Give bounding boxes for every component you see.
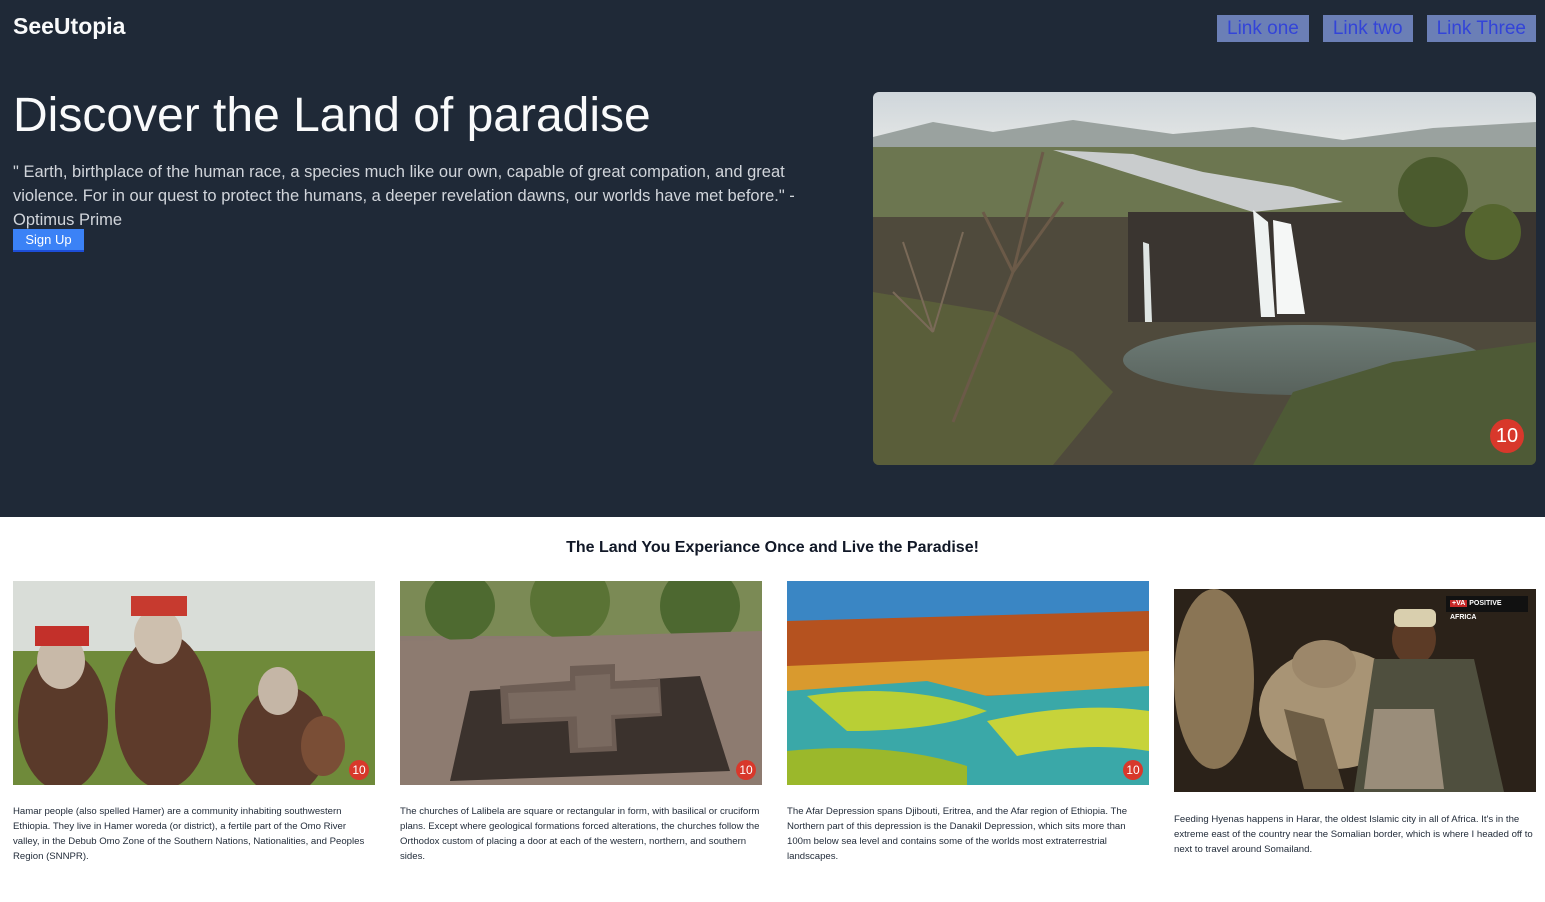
nav-link-two[interactable]: Link two <box>1322 15 1413 42</box>
hero-image-badge: 10 <box>1490 419 1524 453</box>
card-description: The churches of Lalibela are square or r… <box>400 806 760 862</box>
positive-africa-logo: +VA POSITIVE AFRICA <box>1450 600 1502 621</box>
harar-hyena-image: +VA POSITIVE AFRICA <box>1174 589 1536 792</box>
brand-logo[interactable]: SeeUtopia <box>13 13 125 40</box>
card-afar: 10 The Afar Depression spans Djibouti, E… <box>787 581 1149 864</box>
section-title: The Land You Experiance Once and Live th… <box>566 539 979 556</box>
nav-link-three[interactable]: Link Three <box>1426 15 1536 42</box>
hero-title: Discover the Land of paradise <box>13 89 651 142</box>
afar-depression-image: 10 <box>787 581 1149 785</box>
card-image-badge: 10 <box>349 760 369 780</box>
card-image-badge: 10 <box>1123 760 1143 780</box>
lalibela-church-image: 10 <box>400 581 762 785</box>
card-harar: +VA POSITIVE AFRICA Feeding Hyenas happe… <box>1174 589 1536 857</box>
card-image-badge: 10 <box>736 760 756 780</box>
hamar-people-image: 10 <box>13 581 375 785</box>
card-description: Hamar people (also spelled Hamer) are a … <box>13 806 365 862</box>
card-hamar: 10 Hamar people (also spelled Hamer) are… <box>13 581 375 864</box>
top-nav: Link one Link two Link Three <box>1217 15 1536 42</box>
card-description: The Afar Depression spans Djibouti, Erit… <box>787 806 1128 862</box>
hero-waterfall-image: 10 <box>873 92 1536 465</box>
hero-quote: " Earth, birthplace of the human race, a… <box>13 163 795 229</box>
hero-section: SeeUtopia Link one Link two Link Three D… <box>0 0 1545 517</box>
sign-up-button[interactable]: Sign Up <box>13 229 84 252</box>
card-description: Feeding Hyenas happens in Harar, the old… <box>1174 814 1533 855</box>
nav-link-one[interactable]: Link one <box>1217 15 1309 42</box>
card-lalibela: 10 The churches of Lalibela are square o… <box>400 581 762 864</box>
